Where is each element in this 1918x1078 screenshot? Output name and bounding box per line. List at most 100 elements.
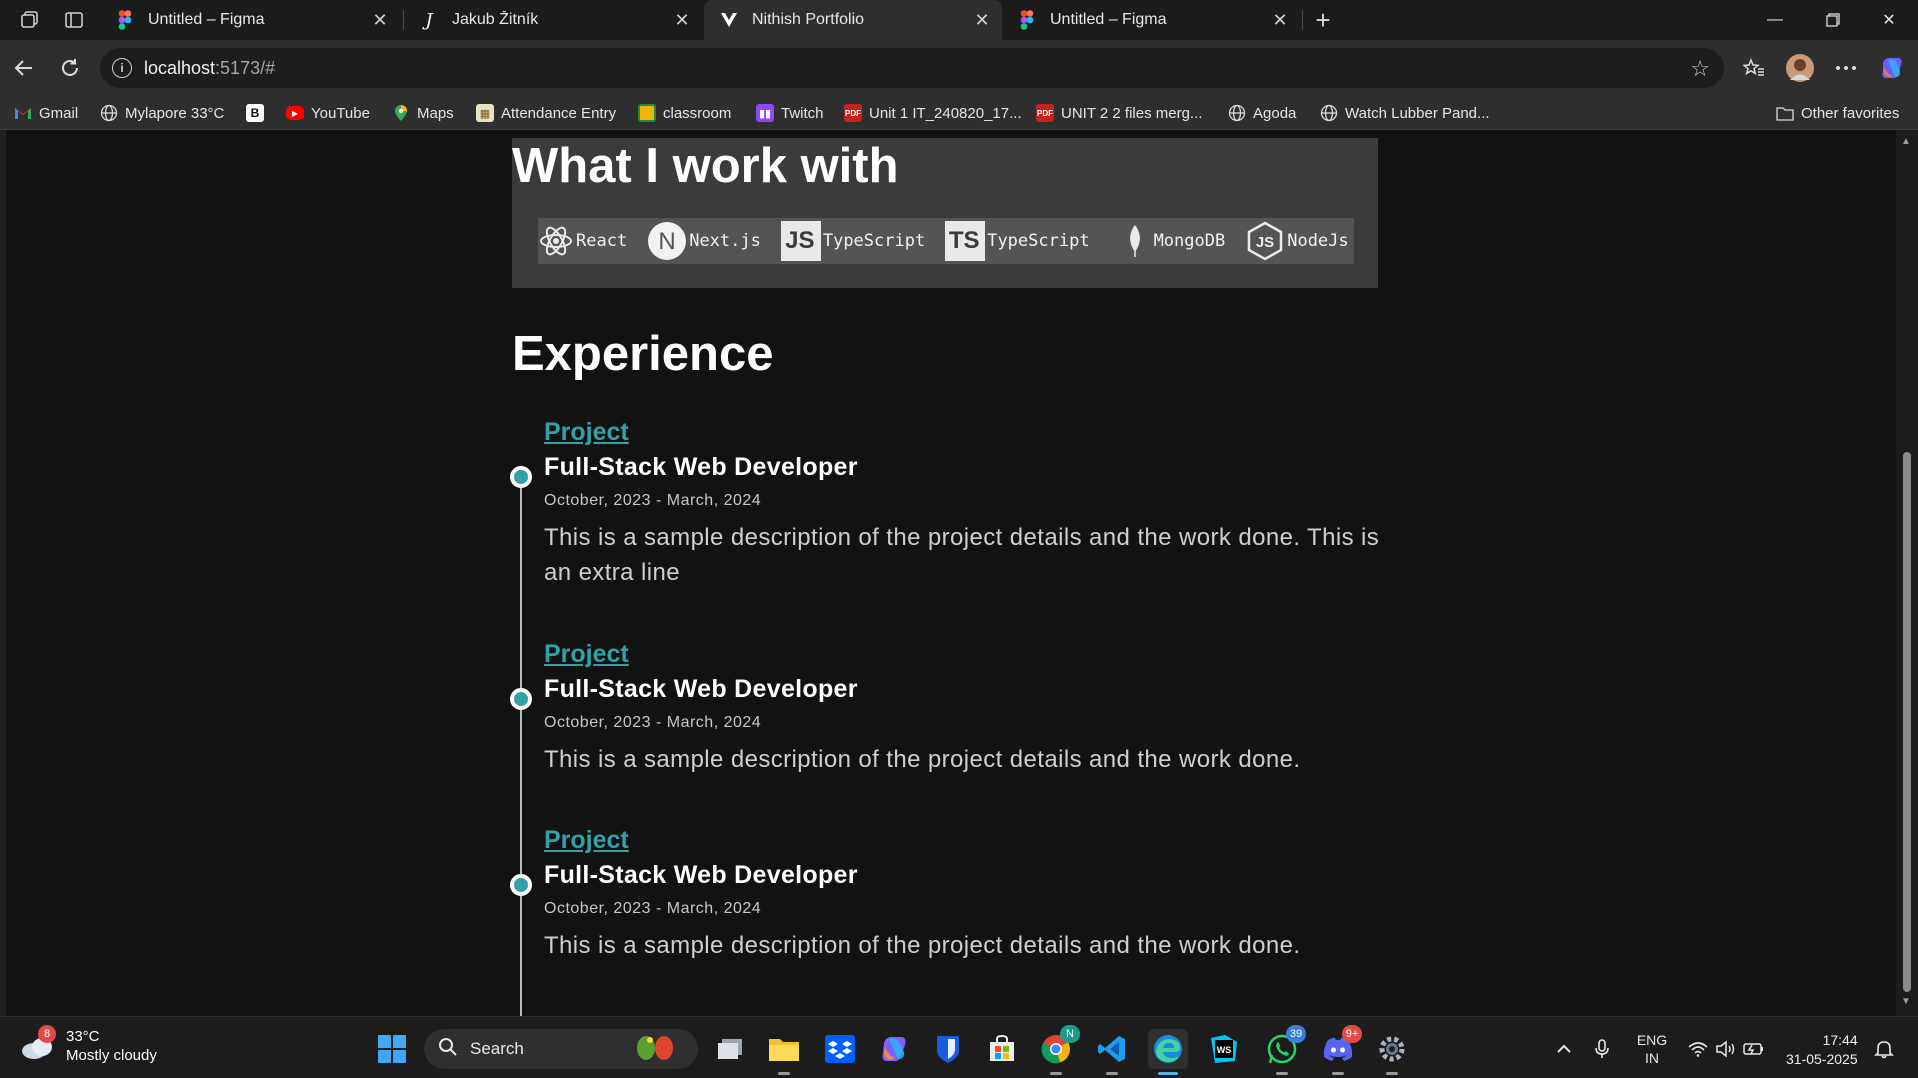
discord-badge: 9+: [1342, 1025, 1362, 1043]
experience-entry: Project Full-Stack Web Developer October…: [544, 826, 1444, 963]
site-info-icon[interactable]: i: [112, 58, 132, 78]
clock-date: 31-05-2025: [1786, 1051, 1858, 1067]
description: This is a sample description of the proj…: [544, 932, 1301, 959]
scrollbar-thumb[interactable]: [1903, 452, 1911, 992]
bookmark-attendance[interactable]: ▦ Attendance Entry: [476, 101, 616, 125]
search-label: Search: [470, 1039, 524, 1058]
close-window-button[interactable]: ✕: [1860, 0, 1918, 40]
file-explorer-icon[interactable]: [764, 1029, 804, 1075]
close-tab-icon[interactable]: ✕: [1268, 8, 1292, 32]
workspaces-icon[interactable]: [12, 6, 48, 34]
project-link[interactable]: Project: [544, 418, 1444, 447]
volume-icon[interactable]: [1714, 1029, 1738, 1069]
new-tab-button[interactable]: +: [1308, 5, 1338, 35]
bookmark-lubber[interactable]: Watch Lubber Pand...: [1320, 101, 1490, 125]
project-link[interactable]: Project: [544, 640, 1444, 669]
bookmark-mylapore[interactable]: Mylapore 33°C: [100, 101, 224, 125]
discord-icon[interactable]: 9+: [1318, 1025, 1362, 1075]
chrome-profile-badge: N: [1060, 1025, 1080, 1043]
weather-widget[interactable]: 8 33°C Mostly cloudy: [20, 1025, 157, 1065]
close-tab-icon[interactable]: ✕: [970, 8, 994, 32]
search-highlight-icon: [630, 1030, 684, 1069]
bitwarden-icon[interactable]: [928, 1029, 968, 1069]
pdf-icon: PDF: [1036, 104, 1054, 122]
bookmark-maps[interactable]: Maps: [392, 101, 454, 125]
whatsapp-badge: 39: [1286, 1025, 1306, 1043]
chevron-up-icon[interactable]: [1552, 1029, 1576, 1069]
webstorm-icon[interactable]: WS: [1204, 1029, 1244, 1069]
timeline-dot: [510, 874, 532, 896]
vscode-icon[interactable]: [1092, 1029, 1132, 1075]
tab-figma-2[interactable]: Untitled – Figma ✕: [1002, 0, 1300, 40]
ts-badge-icon: TS: [945, 221, 986, 261]
more-options-icon[interactable]: [1828, 50, 1864, 86]
tab-jakub[interactable]: J Jakub Žitník ✕: [404, 0, 702, 40]
notification-bell-icon[interactable]: [1870, 1029, 1898, 1069]
taskbar-search[interactable]: Search: [424, 1029, 698, 1069]
battery-icon[interactable]: [1742, 1029, 1766, 1069]
copilot-icon[interactable]: [1874, 50, 1910, 86]
svg-text:WS: WS: [1217, 1045, 1232, 1055]
system-clock[interactable]: 17:44 31-05-2025: [1786, 1031, 1858, 1069]
profile-avatar[interactable]: [1782, 50, 1818, 86]
restore-button[interactable]: [1804, 0, 1862, 40]
whatsapp-icon[interactable]: 39: [1262, 1025, 1306, 1075]
bookmark-youtube[interactable]: ▶ YouTube: [286, 101, 370, 125]
page-scrollbar[interactable]: ▲ ▼: [1896, 130, 1918, 1016]
other-favorites[interactable]: Other favorites: [1776, 101, 1899, 125]
favorites-icon[interactable]: [1736, 50, 1772, 86]
scroll-up-icon[interactable]: ▲: [1901, 136, 1911, 147]
bookmark-gmail[interactable]: Gmail: [14, 101, 78, 125]
wifi-icon[interactable]: [1686, 1029, 1710, 1069]
bookmark-twitch[interactable]: ▮▮ Twitch: [756, 101, 824, 125]
tab-title: Jakub Žitník: [452, 11, 539, 28]
vertical-tabs-icon[interactable]: [56, 6, 92, 34]
react-icon: [538, 221, 574, 261]
address-bar[interactable]: i localhost:5173/# ☆: [100, 48, 1724, 88]
back-arrow-icon[interactable]: [6, 50, 42, 86]
settings-icon[interactable]: [1372, 1029, 1412, 1075]
portfolio-v-icon: [720, 11, 738, 29]
svg-text:N: N: [659, 228, 676, 255]
experience-entry: Project Full-Stack Web Developer October…: [544, 418, 1444, 590]
bookmark-classroom[interactable]: classroom: [638, 101, 731, 125]
refresh-icon[interactable]: [52, 50, 88, 86]
minimize-button[interactable]: —: [1746, 0, 1804, 40]
microphone-icon[interactable]: [1590, 1029, 1614, 1069]
tab-figma-1[interactable]: Untitled – Figma ✕: [100, 0, 400, 40]
folder-icon: [1776, 104, 1794, 122]
start-button[interactable]: [372, 1029, 412, 1069]
close-tab-icon[interactable]: ✕: [368, 8, 392, 32]
chrome-icon[interactable]: N: [1036, 1025, 1080, 1075]
bookmark-unit2[interactable]: PDF UNIT 2 2 files merg...: [1036, 101, 1202, 125]
scroll-down-icon[interactable]: ▼: [1901, 996, 1911, 1007]
tab-separator: [1302, 10, 1303, 30]
skill-nodejs: JS NodeJs: [1245, 218, 1349, 264]
close-tab-icon[interactable]: ✕: [670, 8, 694, 32]
bookmark-agoda[interactable]: Agoda: [1228, 101, 1296, 125]
task-view-icon[interactable]: [710, 1029, 750, 1069]
favorite-star-icon[interactable]: ☆: [1690, 56, 1710, 82]
globe-icon: [1320, 104, 1338, 122]
copilot-icon[interactable]: [874, 1029, 914, 1069]
browser-window: Untitled – Figma ✕ J Jakub Žitník ✕ Nith…: [0, 0, 1918, 1078]
page-viewport: What I work with React N Next.js JS Type…: [6, 130, 1896, 1016]
skill-typescript-ts: TS TypeScript: [945, 218, 1090, 264]
bookmark-unit1[interactable]: PDF Unit 1 IT_240820_17...: [844, 101, 1022, 125]
skill-typescript-js: JS TypeScript: [780, 218, 925, 264]
weather-desc: Mostly cloudy: [66, 1047, 157, 1064]
project-link[interactable]: Project: [544, 826, 1444, 855]
tab-title: Untitled – Figma: [148, 11, 265, 28]
language-indicator[interactable]: ENG IN: [1628, 1031, 1676, 1067]
dropbox-icon[interactable]: [820, 1029, 860, 1069]
tab-title: Untitled – Figma: [1050, 11, 1167, 28]
timeline-dot: [510, 466, 532, 488]
bookmark-b[interactable]: B: [246, 101, 271, 125]
skills-section: What I work with React N Next.js JS Type…: [512, 138, 1378, 288]
bookmarks-bar: Gmail Mylapore 33°C B ▶ YouTube Maps ▦ A…: [0, 96, 1918, 130]
store-icon[interactable]: [982, 1029, 1022, 1069]
date-range: October, 2023 - March, 2024: [544, 714, 762, 731]
tab-nithish-portfolio[interactable]: Nithish Portfolio ✕: [704, 0, 1002, 40]
edge-icon[interactable]: [1148, 1029, 1188, 1075]
timeline-line: [520, 468, 522, 1016]
